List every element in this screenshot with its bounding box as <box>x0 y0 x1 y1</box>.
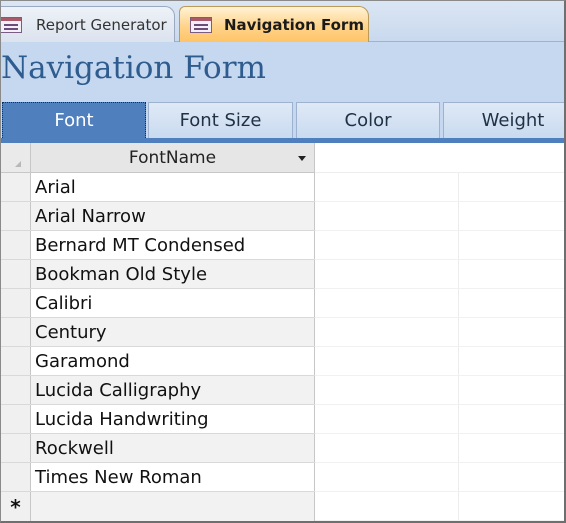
record-selector[interactable] <box>1 202 31 230</box>
fontname-cell[interactable]: Arial Narrow <box>31 202 315 230</box>
record-selector[interactable] <box>1 231 31 259</box>
table-row[interactable]: Garamond <box>1 347 315 376</box>
table-row[interactable]: Times New Roman <box>1 463 315 492</box>
fontname-cell[interactable]: Century <box>31 318 315 346</box>
page-title: Navigation Form <box>1 50 266 86</box>
grid-line <box>315 491 564 492</box>
grid-line <box>315 288 564 289</box>
fontname-cell[interactable]: Lucida Handwriting <box>31 405 315 433</box>
chevron-down-icon[interactable] <box>298 156 306 161</box>
empty-header-area <box>315 143 564 173</box>
grid-line <box>315 201 564 202</box>
fontname-cell[interactable]: Lucida Calligraphy <box>31 376 315 404</box>
document-tab-bar: Report Generator Navigation Form <box>1 1 564 42</box>
table-row[interactable]: Lucida Calligraphy <box>1 376 315 405</box>
grid-line <box>315 462 564 463</box>
fontname-cell[interactable]: Bookman Old Style <box>31 260 315 288</box>
grid-line <box>315 259 564 260</box>
new-record-cell[interactable] <box>31 492 315 521</box>
table-row[interactable]: Arial <box>1 173 315 202</box>
grid-line <box>458 173 459 521</box>
table-row[interactable]: Century <box>1 318 315 347</box>
nav-button-color[interactable]: Color <box>296 102 440 138</box>
access-window: Report Generator Navigation Form Navigat… <box>0 0 566 523</box>
empty-grid-area <box>315 173 564 521</box>
table-row[interactable]: Lucida Handwriting <box>1 405 315 434</box>
record-selector[interactable] <box>1 405 31 433</box>
datasheet-header: FontName <box>1 143 564 173</box>
record-selector[interactable] <box>1 347 31 375</box>
record-selector[interactable] <box>1 434 31 462</box>
new-record-icon: * <box>1 492 31 521</box>
grid-line <box>315 230 564 231</box>
fontname-cell[interactable]: Arial <box>31 173 315 201</box>
record-selector[interactable] <box>1 289 31 317</box>
tab-report-generator[interactable]: Report Generator <box>1 6 175 42</box>
nav-button-font-size[interactable]: Font Size <box>148 102 293 138</box>
record-selector[interactable] <box>1 463 31 491</box>
grid-line <box>315 317 564 318</box>
navigation-button-bar: Font Font Size Color Weight <box>1 98 564 143</box>
fontname-cell[interactable]: Calibri <box>31 289 315 317</box>
record-selector[interactable] <box>1 173 31 201</box>
datasheet: FontName Arial Arial Narrow Bernard MT Con… <box>1 143 564 521</box>
new-record-row[interactable]: * <box>1 492 315 521</box>
nav-button-font[interactable]: Font <box>2 102 146 138</box>
tab-label: Navigation Form <box>224 15 364 34</box>
table-row[interactable]: Bernard MT Condensed <box>1 231 315 260</box>
column-header-fontname[interactable]: FontName <box>31 143 315 173</box>
table-row[interactable]: Rockwell <box>1 434 315 463</box>
grid-line <box>315 520 564 521</box>
tab-navigation-form[interactable]: Navigation Form <box>179 6 369 42</box>
record-selector[interactable] <box>1 260 31 288</box>
fontname-cell[interactable]: Garamond <box>31 347 315 375</box>
grid-line <box>315 404 564 405</box>
nav-button-weight[interactable]: Weight <box>443 102 564 138</box>
column-header-label: FontName <box>128 147 217 168</box>
form-icon <box>190 16 212 33</box>
table-row[interactable]: Calibri <box>1 289 315 318</box>
fontname-cell[interactable]: Bernard MT Condensed <box>31 231 315 259</box>
grid-line <box>315 433 564 434</box>
datasheet-rows: Arial Arial Narrow Bernard MT Condensed Boo… <box>1 173 315 521</box>
grid-line <box>315 346 564 347</box>
table-row[interactable]: Arial Narrow <box>1 202 315 231</box>
grid-line <box>315 375 564 376</box>
form-icon <box>1 16 22 33</box>
select-all-corner[interactable] <box>1 143 31 173</box>
fontname-cell[interactable]: Rockwell <box>31 434 315 462</box>
form-header: Navigation Form <box>1 42 564 98</box>
fontname-cell[interactable]: Times New Roman <box>31 463 315 491</box>
record-selector[interactable] <box>1 376 31 404</box>
tab-label: Report Generator <box>36 15 167 34</box>
record-selector[interactable] <box>1 318 31 346</box>
table-row[interactable]: Bookman Old Style <box>1 260 315 289</box>
